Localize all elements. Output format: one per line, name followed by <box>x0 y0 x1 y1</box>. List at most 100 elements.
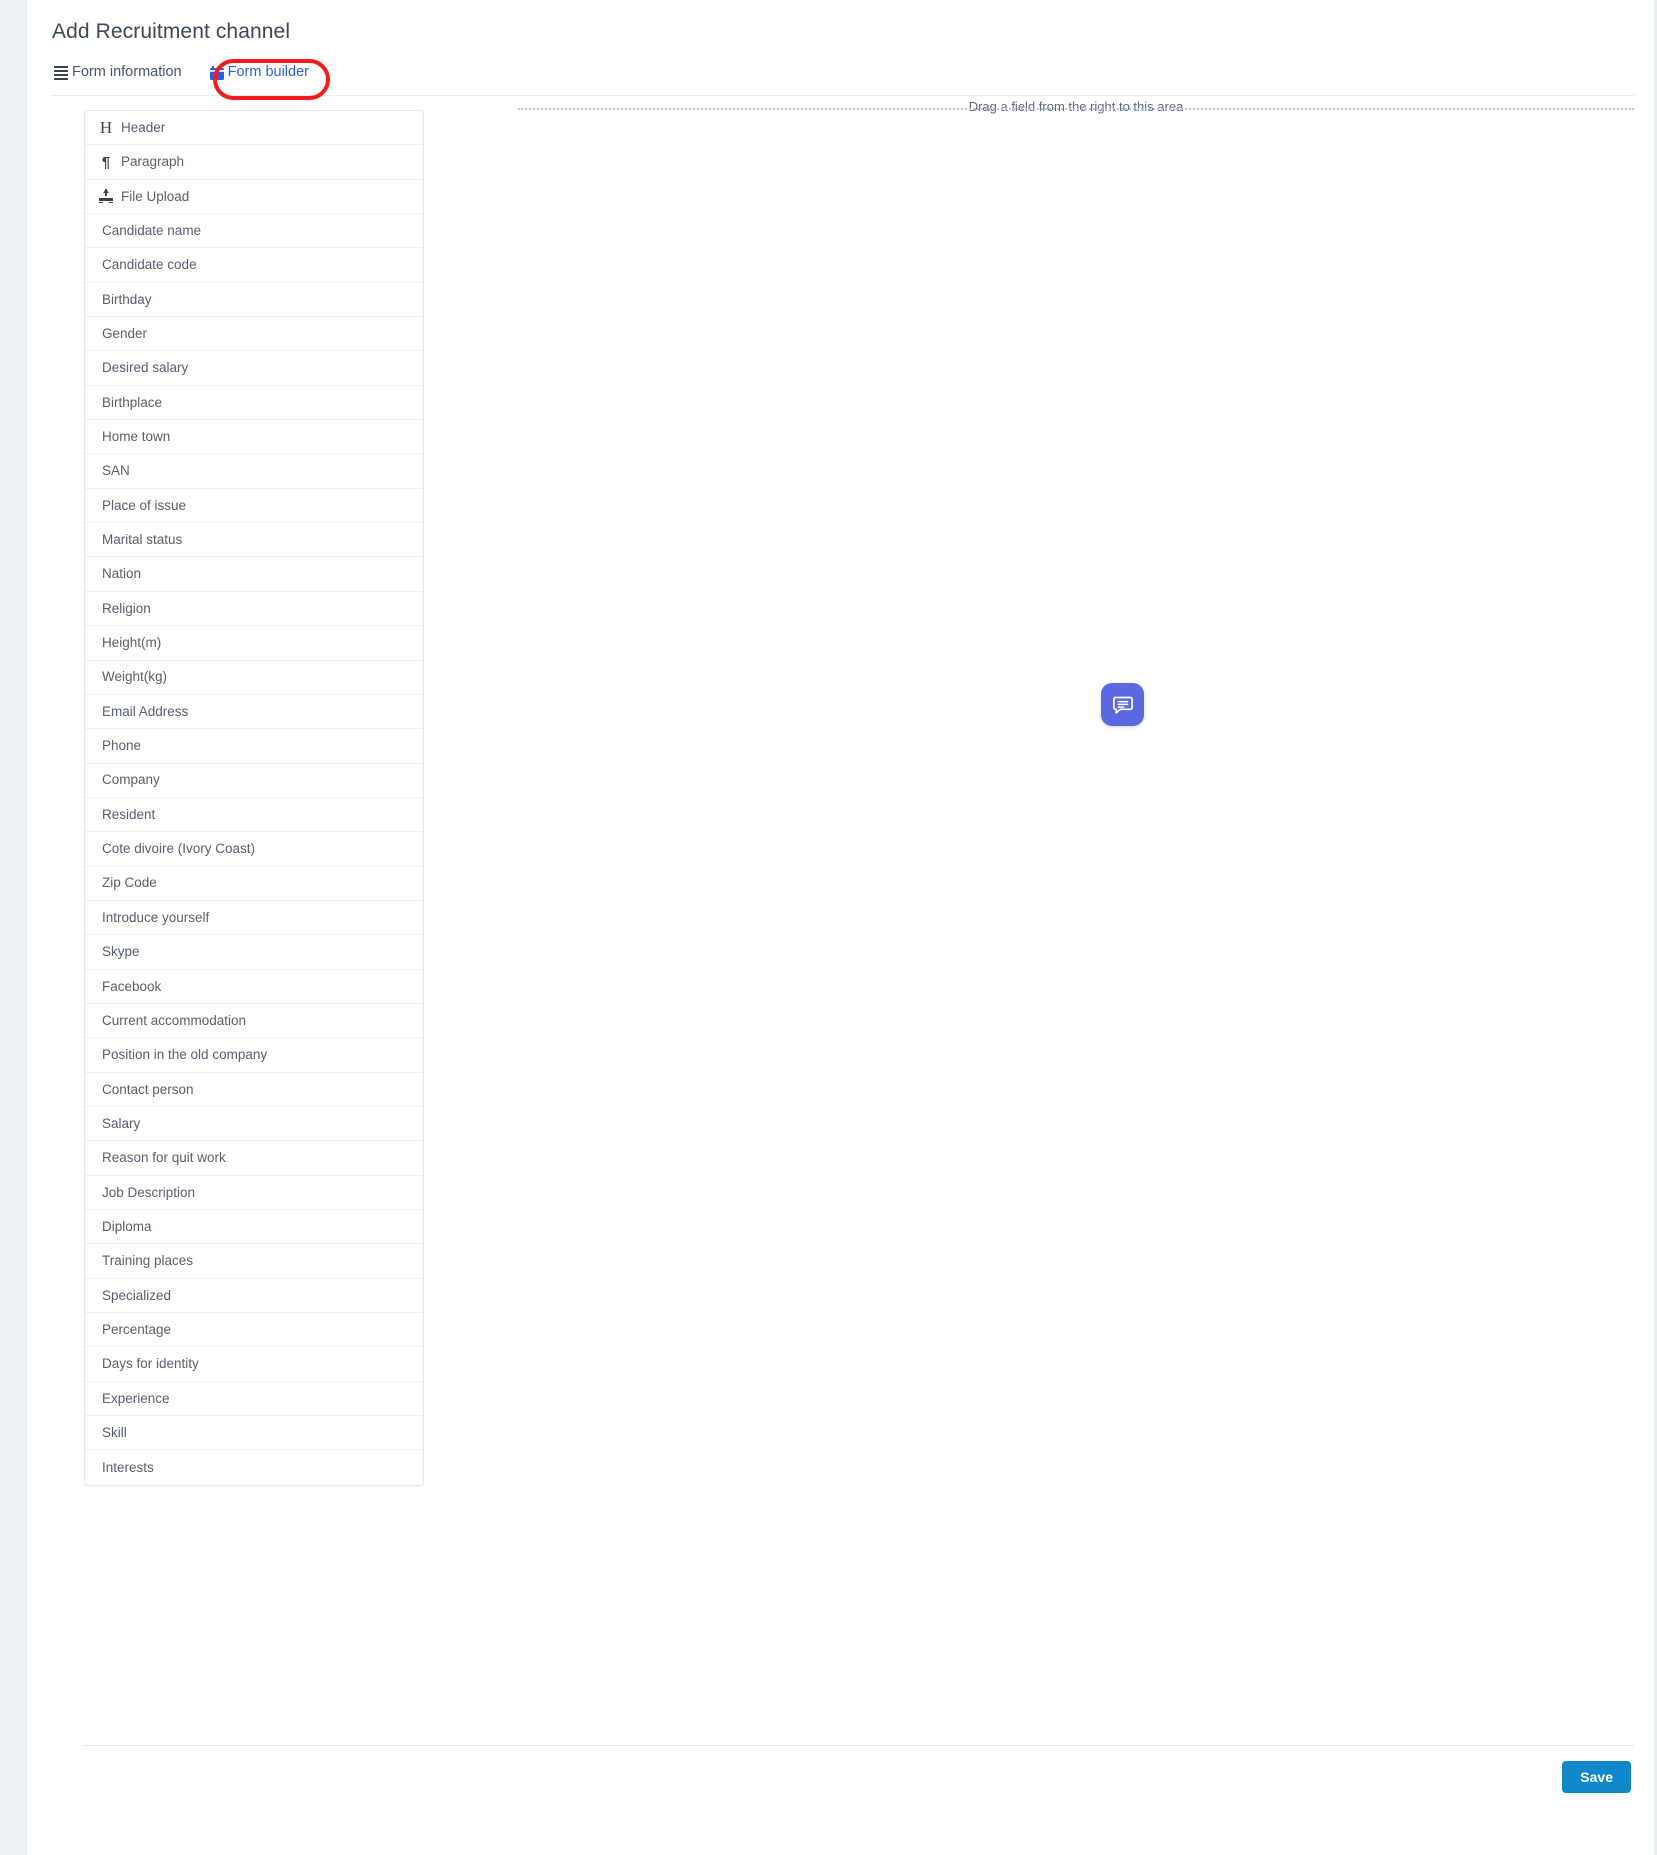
palette-item[interactable]: Job Description <box>85 1175 423 1210</box>
dropzone-hint-text: Drag a field from the right to this area <box>962 99 1190 114</box>
palette-item-label: Religion <box>102 600 151 616</box>
paragraph-icon: ¶ <box>101 153 111 171</box>
palette-item[interactable]: Experience <box>85 1381 423 1417</box>
palette-item-label: Nation <box>102 566 142 582</box>
save-button[interactable]: Save <box>1562 1761 1631 1793</box>
palette-item[interactable]: ¶ Paragraph <box>85 145 423 180</box>
tab-form-builder-label: Form builder <box>227 64 309 80</box>
palette-item-label: Training places <box>102 1253 194 1269</box>
palette-item[interactable]: Resident <box>85 797 423 833</box>
palette-item-label: Birthplace <box>102 394 163 410</box>
palette-item-label: Reason for quit work <box>102 1150 226 1166</box>
palette-item-label: Paragraph <box>121 154 185 170</box>
palette-item-label: Header <box>121 119 166 135</box>
palette-item-label: Marital status <box>102 532 183 548</box>
palette-item[interactable]: Interests <box>85 1450 423 1485</box>
palette-item-label: Gender <box>102 325 148 341</box>
field-palette: H Header ¶ Paragraph File Upload Candidate na… <box>84 110 424 1486</box>
calendar-icon <box>209 66 224 80</box>
palette-item[interactable]: Height(m) <box>85 626 423 661</box>
left-gutter <box>0 0 27 1855</box>
palette-item-label: Candidate name <box>102 222 202 238</box>
palette-item[interactable]: Skill <box>85 1416 423 1451</box>
palette-item[interactable]: Birthplace <box>85 385 423 421</box>
palette-item[interactable]: Candidate code <box>85 248 423 283</box>
heading-icon: H <box>99 118 113 138</box>
palette-item[interactable]: Skype <box>85 935 423 970</box>
palette-item[interactable]: SAN <box>85 454 423 489</box>
palette-item-label: Home town <box>102 429 171 445</box>
palette-item-label: Zip Code <box>102 875 157 891</box>
palette-item-label: Current accommodation <box>102 1012 247 1028</box>
form-builder-page: Add Recruitment channel Form information… <box>0 0 1657 1855</box>
palette-item-label: Skill <box>102 1424 127 1440</box>
palette-item[interactable]: Salary <box>85 1106 423 1142</box>
page-title: Add Recruitment channel <box>52 20 291 43</box>
palette-item-label: Birthday <box>102 291 152 307</box>
palette-item[interactable]: Place of issue <box>85 488 423 524</box>
palette-item-label: Candidate code <box>102 257 197 273</box>
palette-item[interactable]: Marital status <box>85 523 423 558</box>
palette-item[interactable]: Phone <box>85 729 423 764</box>
palette-item-label: Email Address <box>102 703 189 719</box>
palette-item-label: Company <box>102 772 160 788</box>
palette-item[interactable]: Email Address <box>85 694 423 730</box>
dropzone-hint: Drag a field from the right to this area <box>518 99 1634 114</box>
palette-item[interactable]: Days for identity <box>85 1347 423 1382</box>
palette-item-label: Specialized <box>102 1287 172 1303</box>
palette-item-label: File Upload <box>121 188 190 204</box>
palette-item[interactable]: Weight(kg) <box>85 660 423 695</box>
palette-item[interactable]: Candidate name <box>85 214 423 249</box>
palette-item-label: Introduce yourself <box>102 909 210 925</box>
tab-form-builder[interactable]: Form builder <box>208 64 319 90</box>
palette-item[interactable]: Home town <box>85 420 423 455</box>
palette-item[interactable]: Desired salary <box>85 351 423 386</box>
palette-item[interactable]: Nation <box>85 557 423 592</box>
palette-item[interactable]: Birthday <box>85 282 423 318</box>
palette-item[interactable]: Company <box>85 763 423 798</box>
palette-item-label: Facebook <box>102 978 162 994</box>
palette-item[interactable]: Cote divoire (Ivory Coast) <box>85 832 423 867</box>
palette-item[interactable]: Position in the old company <box>85 1038 423 1073</box>
palette-item[interactable]: Contact person <box>85 1072 423 1107</box>
palette-item-label: Job Description <box>102 1184 196 1200</box>
palette-item-label: Contact person <box>102 1081 194 1097</box>
palette-item[interactable]: Zip Code <box>85 866 423 901</box>
palette-item-label: Salary <box>102 1115 141 1131</box>
palette-item-label: Experience <box>102 1390 170 1406</box>
palette-item-label: Percentage <box>102 1321 172 1337</box>
palette-item[interactable]: Percentage <box>85 1313 423 1348</box>
palette-item-label: Interests <box>102 1459 154 1475</box>
palette-item-label: Days for identity <box>102 1356 199 1372</box>
palette-item[interactable]: Reason for quit work <box>85 1141 423 1176</box>
palette-item-label: SAN <box>102 463 130 479</box>
palette-item-label: Resident <box>102 806 156 822</box>
palette-item-label: Cote divoire (Ivory Coast) <box>102 841 256 857</box>
palette-item-label: Desired salary <box>102 360 189 376</box>
palette-item[interactable]: Specialized <box>85 1278 423 1314</box>
palette-item[interactable]: H Header <box>85 111 423 146</box>
footer-divider <box>84 1745 1634 1746</box>
tab-form-information[interactable]: Form information <box>52 64 192 90</box>
palette-item-label: Skype <box>102 944 140 960</box>
palette-item[interactable]: Religion <box>85 591 423 627</box>
palette-item-label: Phone <box>102 738 142 754</box>
chat-bubble-icon <box>1112 696 1133 714</box>
page-content: Add Recruitment channel Form information… <box>28 0 1654 1855</box>
chat-widget-button[interactable] <box>1101 683 1144 726</box>
palette-item[interactable]: Facebook <box>85 969 423 1004</box>
bars-icon <box>54 65 68 80</box>
palette-item-label: Position in the old company <box>102 1047 268 1063</box>
tab-bar: Form information Form builder <box>52 64 1634 96</box>
tab-form-information-label: Form information <box>72 64 182 80</box>
form-dropzone[interactable] <box>518 108 1634 110</box>
palette-item-label: Height(m) <box>102 635 162 651</box>
palette-item[interactable]: Gender <box>85 317 423 352</box>
palette-item[interactable]: Current accommodation <box>85 1003 423 1039</box>
palette-item[interactable]: Training places <box>85 1244 423 1279</box>
palette-item-label: Diploma <box>102 1218 152 1234</box>
palette-item[interactable]: File Upload <box>85 179 423 215</box>
palette-item[interactable]: Introduce yourself <box>85 900 423 936</box>
palette-item-label: Place of issue <box>102 497 187 513</box>
palette-item[interactable]: Diploma <box>85 1210 423 1245</box>
